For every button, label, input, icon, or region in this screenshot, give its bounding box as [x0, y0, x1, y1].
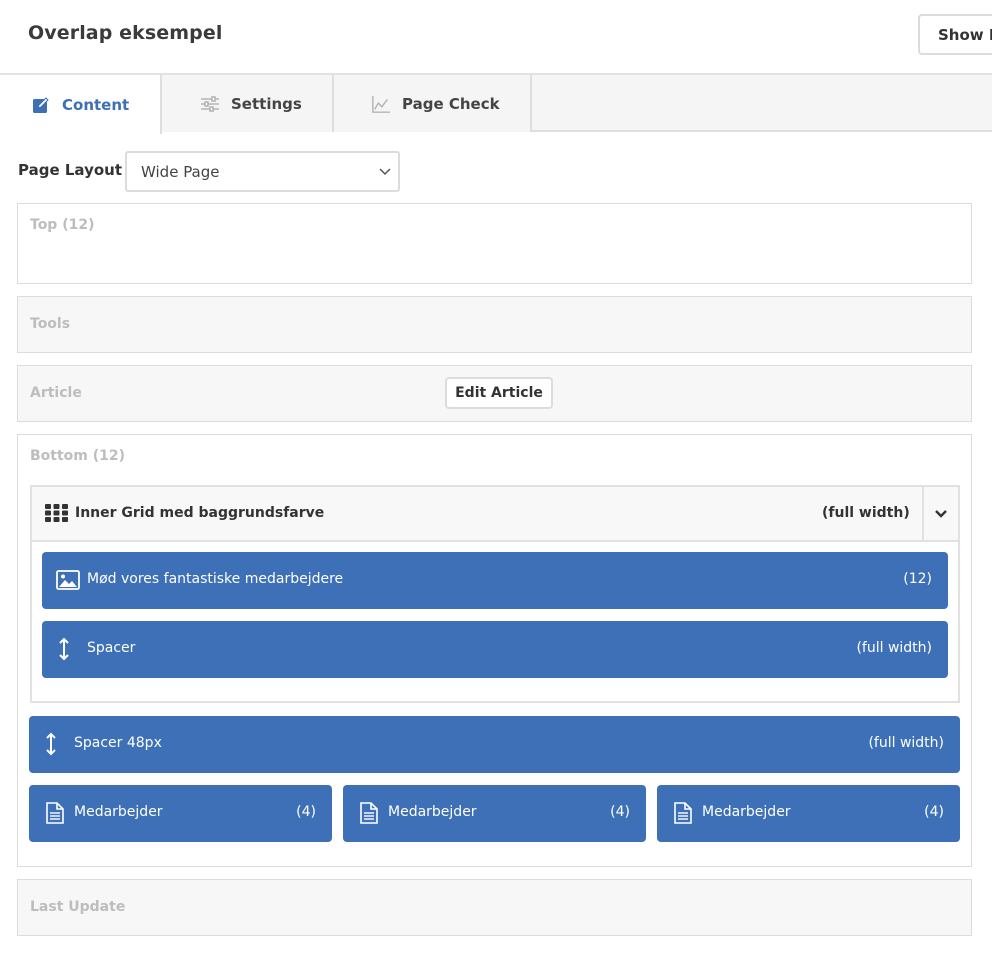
content-block[interactable]: Spacer 48px (full width) [29, 716, 960, 773]
sliders-icon [200, 94, 220, 114]
resize-vertical-icon [52, 637, 76, 661]
block-label: Medarbejder [702, 804, 791, 820]
edit-icon [31, 95, 51, 115]
page-layout-value: Wide Page [141, 162, 220, 181]
block-size: (4) [610, 804, 630, 820]
tab-label: Settings [231, 94, 302, 113]
block-label: Medarbejder [74, 804, 163, 820]
document-icon [43, 802, 67, 824]
block-label: Spacer 48px [74, 735, 162, 751]
inner-grid-width: (full width) [822, 505, 910, 521]
zone-tools[interactable]: Tools [17, 296, 972, 353]
chevron-down-icon [934, 505, 948, 524]
block-label: Spacer [87, 640, 136, 656]
page-layout-label: Page Layout [18, 161, 122, 179]
zone-label: Bottom (12) [30, 448, 126, 464]
tab-label: Content [62, 95, 130, 114]
block-size: (full width) [856, 640, 932, 656]
tab-settings[interactable]: Settings [162, 75, 334, 132]
tab-label: Page Check [402, 94, 500, 113]
inner-grid-header[interactable]: Inner Grid med baggrundsfarve (full widt… [32, 487, 958, 542]
content-block[interactable]: Mød vores fantastiske medarbejdere (12) [42, 552, 948, 609]
zone-label: Article [30, 385, 82, 401]
content-block[interactable]: Spacer (full width) [42, 621, 948, 678]
resize-vertical-icon [39, 732, 63, 756]
tab-content[interactable]: Content [0, 75, 162, 134]
zone-label: Last Update [30, 899, 126, 915]
document-icon [357, 802, 381, 824]
chevron-down-icon [378, 164, 392, 178]
grid-icon [45, 504, 69, 522]
tab-bar: Content Settings Page Check [0, 75, 992, 134]
zone-label: Top (12) [30, 217, 95, 233]
block-size: (full width) [868, 735, 944, 751]
page-layout-select[interactable]: Wide Page [125, 151, 400, 192]
collapse-toggle[interactable] [922, 487, 958, 542]
inner-grid-title: Inner Grid med baggrundsfarve [75, 505, 325, 521]
block-size: (12) [903, 571, 932, 587]
page-title: Overlap eksempel [28, 22, 223, 44]
show-preview-button[interactable]: Show P [918, 14, 992, 55]
content-block[interactable]: Medarbejder (4) [343, 785, 646, 842]
zone-last-update[interactable]: Last Update [17, 879, 972, 936]
block-size: (4) [924, 804, 944, 820]
tab-page-check[interactable]: Page Check [334, 75, 532, 132]
zone-label: Tools [30, 316, 71, 332]
block-label: Mød vores fantastiske medarbejdere [87, 571, 344, 587]
zone-top[interactable]: Top (12) [17, 203, 972, 284]
edit-article-button[interactable]: Edit Article [445, 377, 553, 409]
content-block[interactable]: Medarbejder (4) [657, 785, 960, 842]
block-label: Medarbejder [388, 804, 477, 820]
zone-article[interactable]: Article Edit Article [17, 365, 972, 422]
document-icon [671, 802, 695, 824]
content-block[interactable]: Medarbejder (4) [29, 785, 332, 842]
chart-icon [371, 94, 391, 114]
image-icon [56, 569, 80, 591]
page-header: Overlap eksempel Show P [0, 0, 992, 75]
block-size: (4) [296, 804, 316, 820]
